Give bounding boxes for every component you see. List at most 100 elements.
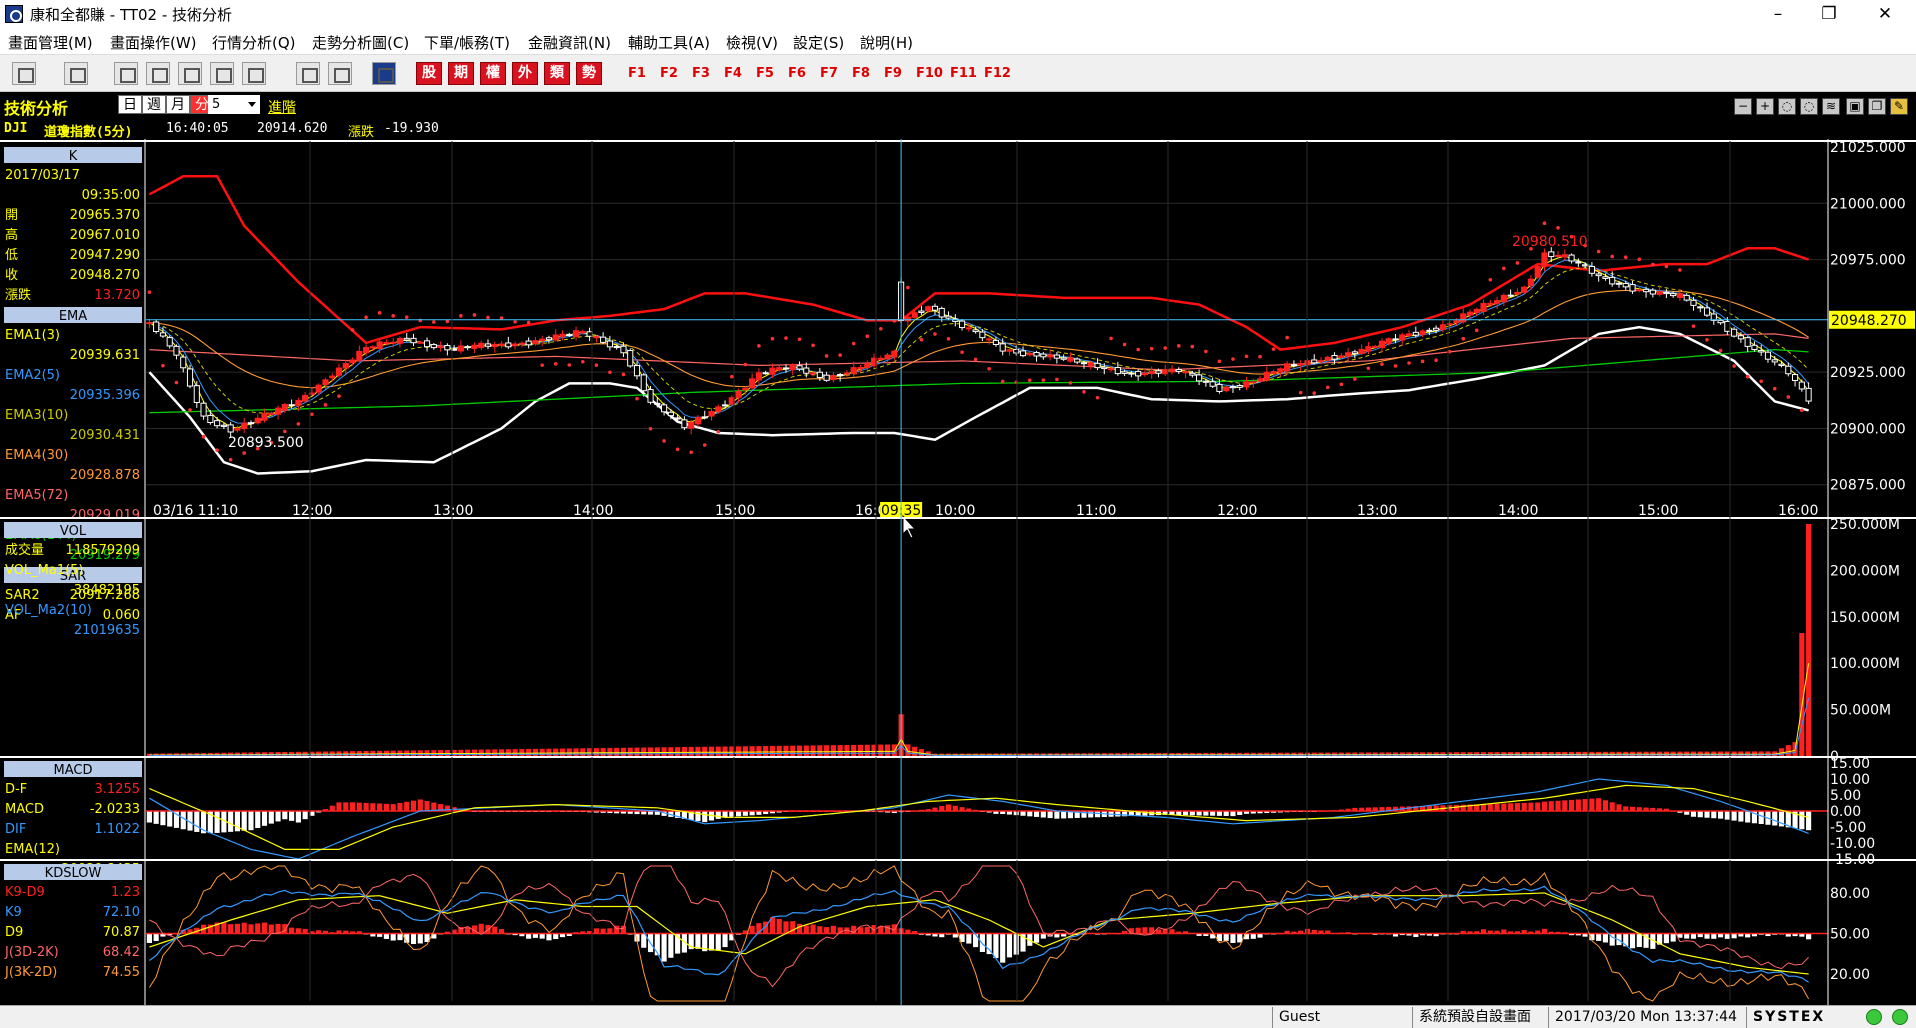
tool-wrench-icon[interactable]: ✎ — [1890, 98, 1908, 115]
candle-body — [505, 342, 512, 348]
tool-split-icon[interactable] — [178, 62, 202, 85]
volume-bar — [695, 746, 701, 756]
volume-bar — [546, 748, 552, 756]
tool-chart-icon[interactable] — [328, 62, 352, 85]
candle-body — [1534, 266, 1541, 278]
interval-select[interactable]: 5 — [208, 95, 260, 114]
fkey-f6[interactable]: F6 — [788, 66, 806, 81]
kd-bar — [1711, 933, 1717, 939]
menu-view[interactable]: 檢視(V) — [726, 32, 778, 53]
candle-body — [1629, 284, 1636, 292]
minimize-button[interactable]: – — [1755, 0, 1801, 28]
tool-layout-icon[interactable] — [210, 62, 234, 85]
menu-help[interactable]: 說明(H) — [860, 32, 913, 53]
period-week[interactable]: 週 — [142, 95, 166, 114]
magnify-plus-icon[interactable]: ◌ — [1800, 98, 1818, 115]
candle-body — [1697, 306, 1704, 309]
btn-category[interactable]: 類 — [544, 62, 570, 85]
ema-row-label: EMA3(10) — [5, 408, 68, 423]
volume-bar — [654, 747, 660, 756]
macd-bar — [1541, 801, 1548, 811]
zoom-in-icon[interactable]: + — [1756, 98, 1774, 115]
tool-coin-icon[interactable] — [242, 62, 266, 85]
fkey-f9[interactable]: F9 — [884, 66, 902, 81]
advanced-link[interactable]: 進階 — [268, 97, 296, 117]
fkey-f3[interactable]: F3 — [692, 66, 710, 81]
candle-body — [1785, 365, 1792, 375]
sar-dot — [1027, 378, 1032, 383]
kd-bar — [973, 933, 979, 948]
tool-link-icon[interactable] — [296, 62, 320, 85]
volume-bar — [824, 745, 830, 756]
sar-dot — [1786, 395, 1791, 399]
btn-stock[interactable]: 股 — [416, 62, 442, 85]
save-icon[interactable]: ▣ — [1846, 98, 1864, 115]
magnify-minus-icon[interactable]: ◌ — [1778, 98, 1796, 115]
menu-screen-operate[interactable]: 畫面操作(W) — [110, 32, 197, 53]
kd-bar — [410, 933, 417, 945]
candle-body — [633, 365, 641, 377]
sar-dot — [716, 429, 721, 434]
macd-bar — [1555, 800, 1561, 811]
candle-body — [1460, 313, 1467, 323]
menu-settings[interactable]: 設定(S) — [793, 32, 844, 53]
candle-body — [153, 321, 160, 332]
kd-bar — [478, 923, 484, 934]
sar-dot — [1068, 381, 1073, 385]
tool-search-icon[interactable] — [114, 62, 138, 85]
candle-body — [877, 357, 884, 360]
macd-bar — [1697, 811, 1703, 818]
technical-chart[interactable]: K 2017/03/1709:35:00 開 20965.370 高 20967.010 低… — [0, 139, 1916, 1005]
candle-body — [1107, 368, 1115, 371]
btn-futures[interactable]: 期 — [448, 62, 474, 85]
fkey-f11[interactable]: F11 — [950, 66, 977, 81]
kd-bar — [1013, 933, 1019, 955]
close-button[interactable]: ✕ — [1862, 0, 1908, 28]
volume-bar — [688, 746, 694, 756]
fkey-f10[interactable]: F10 — [916, 66, 943, 81]
fkey-f5[interactable]: F5 — [756, 66, 774, 81]
menu-tools[interactable]: 輔助工具(A) — [628, 32, 710, 53]
menu-quote-analysis[interactable]: 行情分析(Q) — [212, 32, 296, 53]
zoom-out-icon[interactable]: − — [1734, 98, 1752, 115]
kd-row-label: K9 — [5, 905, 22, 920]
k-row-value: 20948.270 — [70, 268, 140, 283]
period-month[interactable]: 月 — [166, 95, 190, 114]
fkey-f12[interactable]: F12 — [984, 66, 1011, 81]
menu-trend-chart[interactable]: 走勢分析圖(C) — [312, 32, 409, 53]
candle-body — [322, 379, 329, 386]
chart-settings-icon[interactable]: ≋ — [1822, 98, 1840, 115]
fkey-f7[interactable]: F7 — [820, 66, 838, 81]
macd-bar — [228, 811, 234, 832]
restore-icon[interactable]: ❐ — [1868, 98, 1886, 115]
candle-body — [1351, 351, 1358, 355]
btn-foreign[interactable]: 外 — [512, 62, 538, 85]
candle-body — [1676, 293, 1684, 298]
macd-bar — [1575, 799, 1581, 811]
fkey-f4[interactable]: F4 — [724, 66, 742, 81]
fkey-f8[interactable]: F8 — [852, 66, 870, 81]
tool-monitor-icon[interactable] — [64, 62, 88, 85]
sar-dot — [838, 353, 842, 357]
tool-window-icon[interactable] — [12, 62, 36, 85]
macd-bar — [1054, 811, 1060, 819]
maximize-button[interactable]: ❐ — [1806, 0, 1852, 28]
low-label: 20893.500 — [228, 435, 304, 451]
macd-bar — [1494, 803, 1500, 811]
btn-options[interactable]: 權 — [480, 62, 506, 85]
menu-financial-info[interactable]: 金融資訊(N) — [528, 32, 611, 53]
candle-body — [288, 404, 295, 407]
tool-logo-icon[interactable] — [372, 62, 396, 85]
period-day[interactable]: 日 — [118, 95, 142, 114]
menu-order-account[interactable]: 下單/帳務(T) — [424, 32, 510, 53]
fkey-f2[interactable]: F2 — [660, 66, 678, 81]
fkey-f1[interactable]: F1 — [628, 66, 646, 81]
macd-bar — [1088, 811, 1094, 818]
kd-bar — [255, 923, 261, 934]
tool-close-window-icon[interactable] — [146, 62, 170, 85]
menu-screen-manage[interactable]: 畫面管理(M) — [8, 32, 93, 53]
sar-dot — [215, 448, 219, 452]
sar-dot — [730, 374, 734, 379]
candle-body — [958, 320, 966, 329]
btn-trend[interactable]: 勢 — [576, 62, 602, 85]
